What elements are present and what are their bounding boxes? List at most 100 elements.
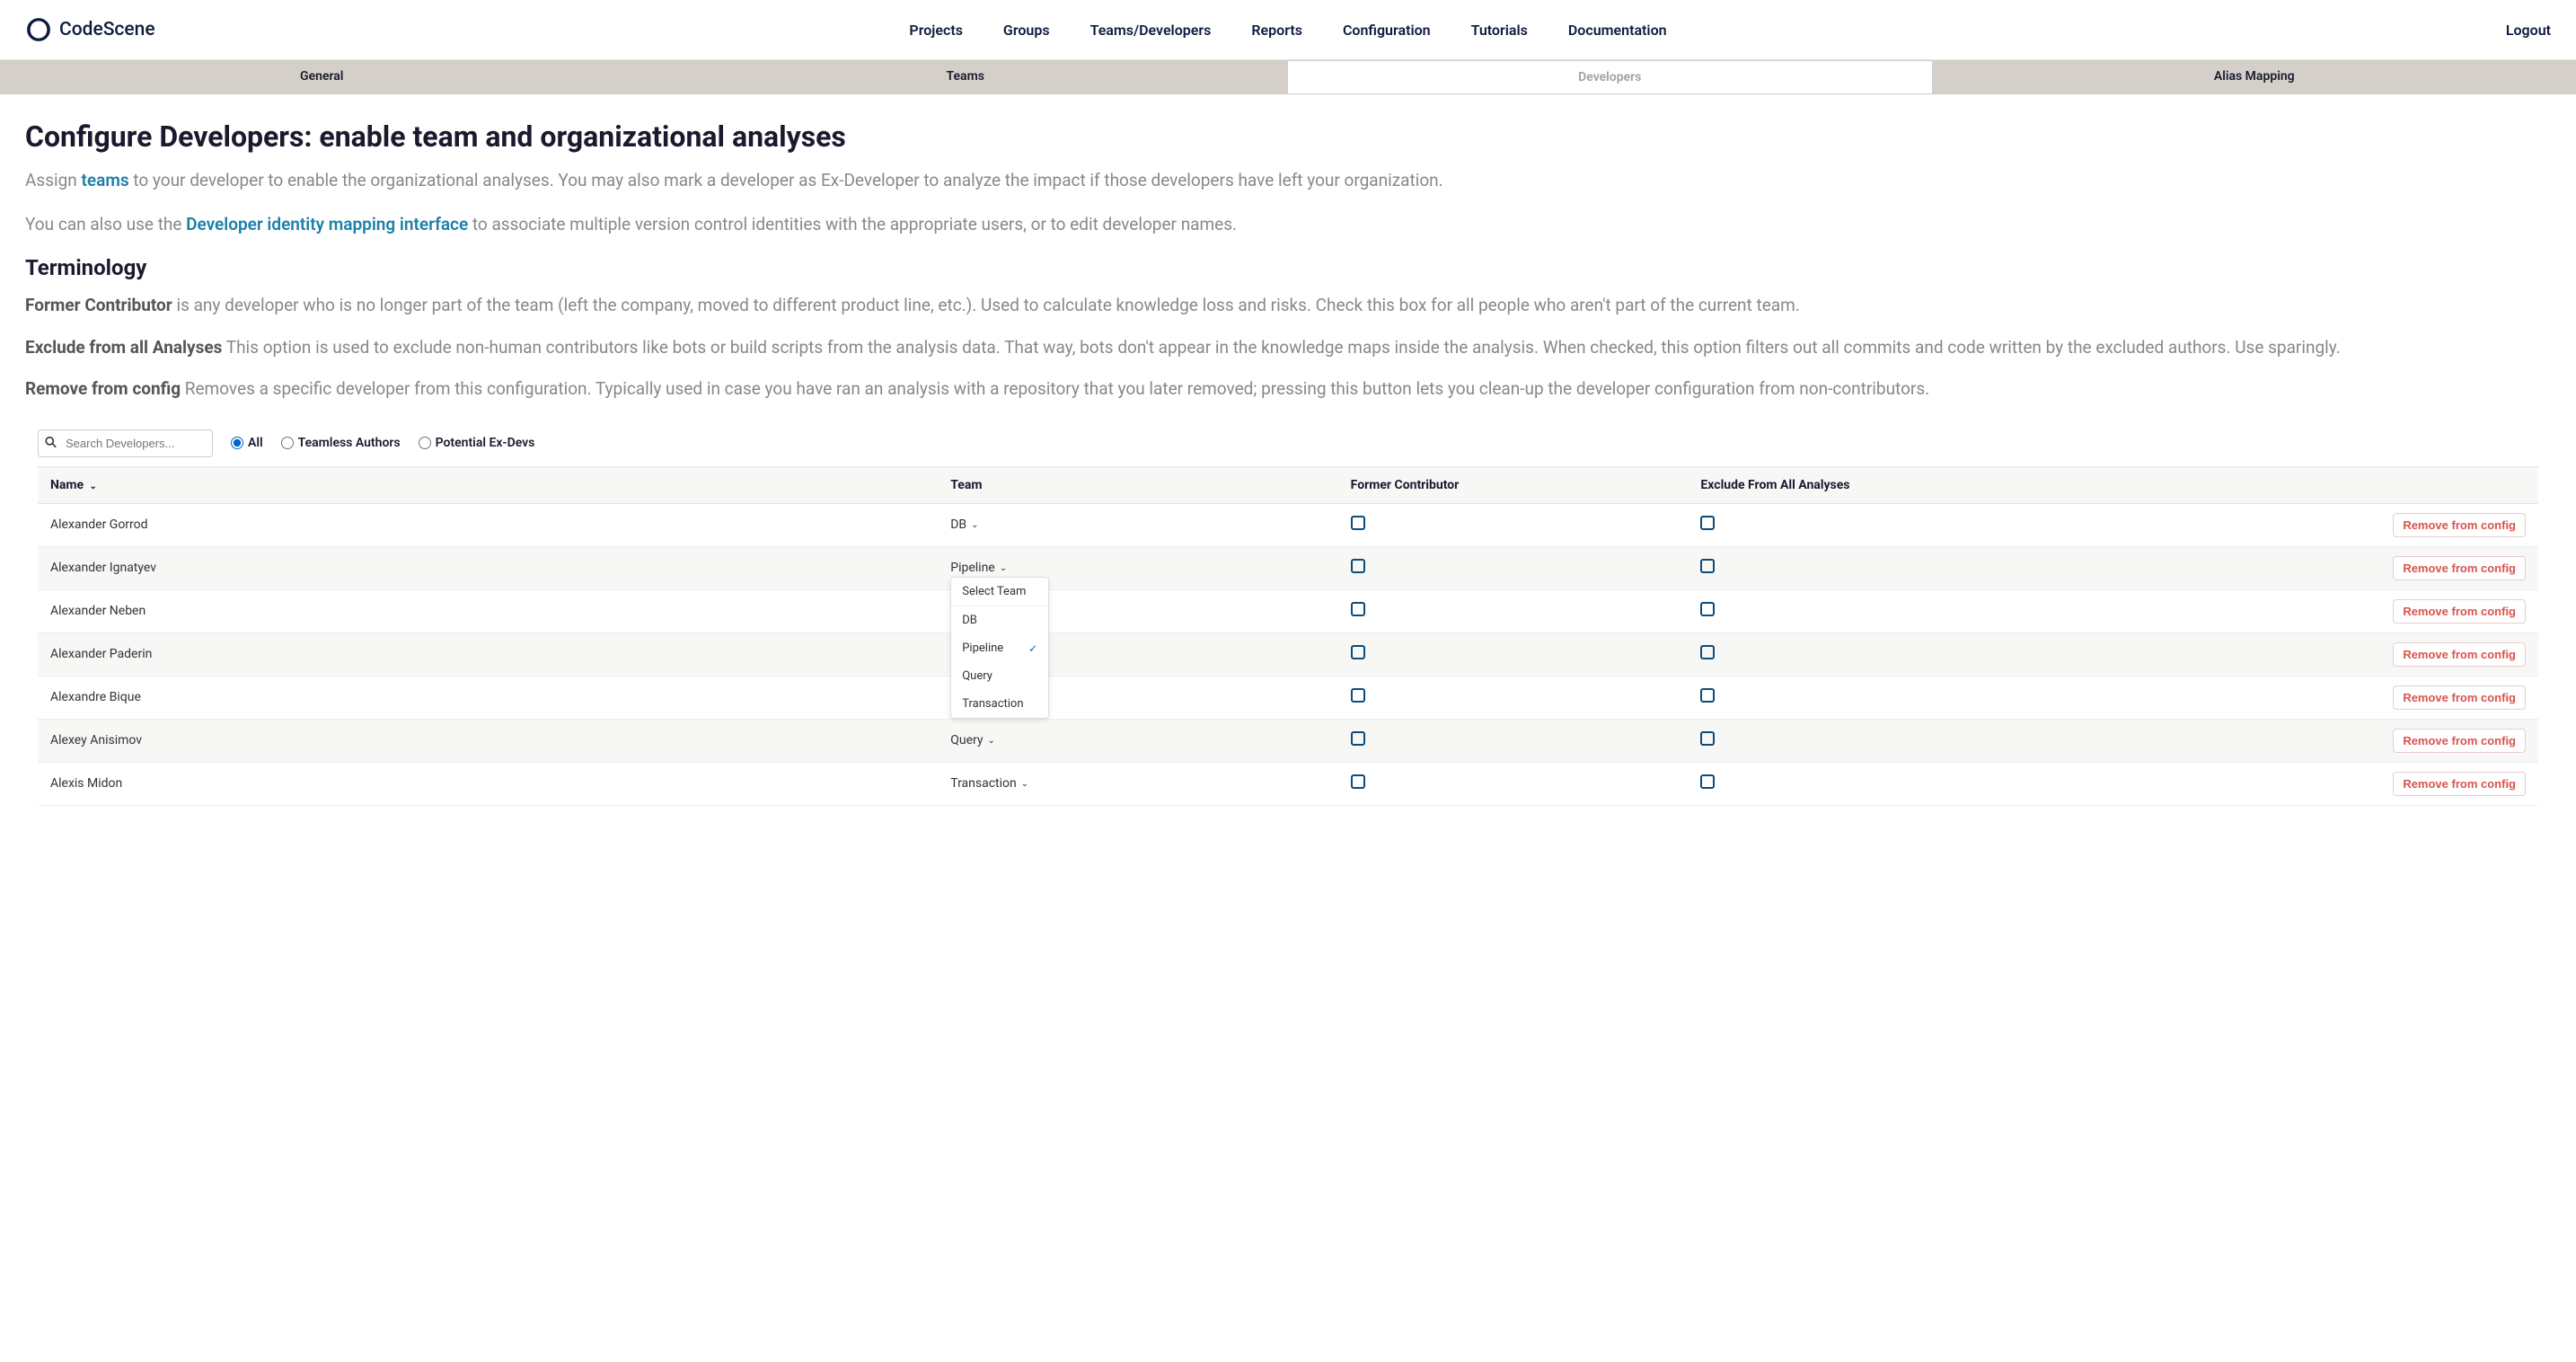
- exclude-checkbox[interactable]: [1700, 645, 1715, 659]
- dropdown-header[interactable]: Select Team: [951, 578, 1048, 606]
- team-dropdown-menu: Select TeamDBPipeline✓QueryTransaction: [950, 577, 1049, 719]
- cell-exclude: [1688, 719, 2188, 762]
- team-select[interactable]: Transaction ⌄: [950, 776, 1028, 791]
- cell-former: [1338, 546, 1689, 589]
- remove-from-config-button[interactable]: Remove from config: [2393, 599, 2526, 624]
- cell-former: [1338, 676, 1689, 719]
- cell-action: Remove from config: [2188, 632, 2538, 676]
- cell-exclude: [1688, 676, 2188, 719]
- teams-link[interactable]: teams: [82, 170, 129, 190]
- team-cell-wrap: Query ⌄: [950, 733, 1325, 747]
- filter-teamless-label: Teamless Authors: [298, 436, 401, 450]
- dropdown-item[interactable]: Transaction: [951, 690, 1048, 718]
- nav-documentation[interactable]: Documentation: [1568, 22, 1667, 39]
- exclude-checkbox[interactable]: [1700, 688, 1715, 703]
- nav-teams-developers[interactable]: Teams/Developers: [1090, 22, 1212, 39]
- cell-exclude: [1688, 589, 2188, 632]
- term-label-former: Former Contributor: [25, 295, 172, 315]
- filter-teamless[interactable]: Teamless Authors: [281, 436, 401, 450]
- former-checkbox[interactable]: [1351, 688, 1365, 703]
- tab-general[interactable]: General: [0, 60, 644, 93]
- identity-suffix: to associate multiple version control id…: [468, 214, 1237, 234]
- intro-paragraph: Assign teams to your developer to enable…: [25, 168, 2551, 194]
- top-nav: CodeScene Projects Groups Teams/Develope…: [0, 0, 2576, 60]
- nav-reports[interactable]: Reports: [1251, 22, 1302, 39]
- cell-name: Alexis Midon: [38, 762, 938, 805]
- cell-action: Remove from config: [2188, 503, 2538, 546]
- logout-link[interactable]: Logout: [2506, 22, 2551, 39]
- tab-teams[interactable]: Teams: [644, 60, 1288, 93]
- former-checkbox[interactable]: [1351, 602, 1365, 616]
- exclude-checkbox[interactable]: [1700, 731, 1715, 746]
- identity-prefix: You can also use the: [25, 214, 186, 234]
- term-text-former: is any developer who is no longer part o…: [172, 295, 1800, 315]
- cell-former: [1338, 503, 1689, 546]
- brand-text: CodeScene: [59, 19, 155, 40]
- term-text-exclude: This option is used to exclude non-human…: [222, 337, 2340, 358]
- former-checkbox[interactable]: [1351, 559, 1365, 573]
- filter-all-label: All: [248, 436, 263, 450]
- col-name-label: Name: [50, 478, 84, 492]
- remove-from-config-button[interactable]: Remove from config: [2393, 556, 2526, 580]
- filter-all[interactable]: All: [231, 436, 263, 450]
- check-icon: ✓: [1028, 642, 1037, 655]
- nav-projects[interactable]: Projects: [909, 22, 963, 39]
- former-checkbox[interactable]: [1351, 516, 1365, 530]
- term-former-contributor: Former Contributor is any developer who …: [25, 293, 2551, 319]
- cell-team: Query ⌄: [938, 719, 1337, 762]
- team-select[interactable]: DB ⌄: [950, 517, 978, 532]
- chevron-down-icon: ⌄: [1000, 563, 1007, 573]
- team-select[interactable]: Pipeline ⌄: [950, 561, 1007, 575]
- col-name[interactable]: Name ⌄: [38, 466, 938, 503]
- identity-mapping-link[interactable]: Developer identity mapping interface: [186, 214, 468, 234]
- search-input[interactable]: [38, 429, 213, 457]
- sub-tabs: General Teams Developers Alias Mapping: [0, 60, 2576, 94]
- table-header-row: Name ⌄ Team Former Contributor Exclude F…: [38, 466, 2538, 503]
- cell-exclude: [1688, 632, 2188, 676]
- cell-team: Transaction ⌄: [938, 762, 1337, 805]
- exclude-checkbox[interactable]: [1700, 602, 1715, 616]
- cell-action: Remove from config: [2188, 589, 2538, 632]
- exclude-checkbox[interactable]: [1700, 774, 1715, 789]
- filter-teamless-radio[interactable]: [281, 437, 294, 449]
- cell-name: Alexander Paderin: [38, 632, 938, 676]
- nav-groups[interactable]: Groups: [1003, 22, 1050, 39]
- dropdown-item[interactable]: Pipeline✓: [951, 634, 1048, 662]
- page-content: Configure Developers: enable team and or…: [0, 94, 2576, 806]
- former-checkbox[interactable]: [1351, 645, 1365, 659]
- cell-former: [1338, 719, 1689, 762]
- former-checkbox[interactable]: [1351, 774, 1365, 789]
- nav-links: Projects Groups Teams/Developers Reports…: [909, 22, 1666, 39]
- term-exclude-analyses: Exclude from all Analyses This option is…: [25, 335, 2551, 361]
- team-cell-wrap: Pipeline ⌄Select TeamDBPipeline✓QueryTra…: [950, 561, 1325, 575]
- filter-all-radio[interactable]: [231, 437, 243, 449]
- search-box: [38, 429, 213, 457]
- remove-from-config-button[interactable]: Remove from config: [2393, 729, 2526, 753]
- search-icon: [45, 435, 57, 452]
- remove-from-config-button[interactable]: Remove from config: [2393, 772, 2526, 796]
- cell-exclude: [1688, 503, 2188, 546]
- filter-exdevs[interactable]: Potential Ex-Devs: [419, 436, 535, 450]
- team-cell-wrap: Transaction ⌄: [950, 776, 1325, 791]
- remove-from-config-button[interactable]: Remove from config: [2393, 642, 2526, 667]
- tab-developers[interactable]: Developers: [1287, 60, 1933, 93]
- filter-exdevs-radio[interactable]: [419, 437, 431, 449]
- remove-from-config-button[interactable]: Remove from config: [2393, 685, 2526, 710]
- table-row: Alexey AnisimovQuery ⌄Remove from config: [38, 719, 2538, 762]
- logo-area[interactable]: CodeScene: [25, 16, 155, 43]
- exclude-checkbox[interactable]: [1700, 516, 1715, 530]
- exclude-checkbox[interactable]: [1700, 559, 1715, 573]
- nav-configuration[interactable]: Configuration: [1343, 22, 1431, 39]
- codescene-logo-icon: [25, 16, 52, 43]
- team-select[interactable]: Query ⌄: [950, 733, 995, 747]
- former-checkbox[interactable]: [1351, 731, 1365, 746]
- dropdown-item[interactable]: DB: [951, 606, 1048, 634]
- intro-prefix: Assign: [25, 170, 82, 190]
- cell-team: Pipeline ⌄Select TeamDBPipeline✓QueryTra…: [938, 546, 1337, 589]
- tab-alias-mapping[interactable]: Alias Mapping: [1933, 60, 2576, 93]
- filter-exdevs-label: Potential Ex-Devs: [436, 436, 535, 450]
- remove-from-config-button[interactable]: Remove from config: [2393, 513, 2526, 537]
- col-former: Former Contributor: [1338, 466, 1689, 503]
- nav-tutorials[interactable]: Tutorials: [1471, 22, 1528, 39]
- dropdown-item[interactable]: Query: [951, 662, 1048, 690]
